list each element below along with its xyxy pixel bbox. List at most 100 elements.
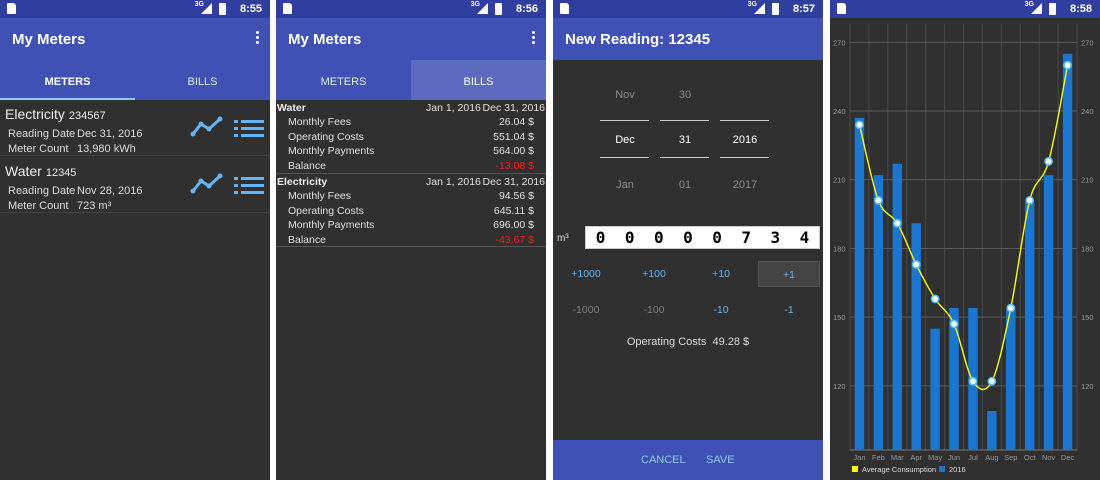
sim-card-icon: [837, 3, 846, 14]
save-button[interactable]: SAVE: [706, 454, 735, 466]
y-tick-label-right: 240: [1081, 107, 1094, 116]
app-bar: My Meters: [0, 18, 270, 60]
increment-1-button[interactable]: +1: [758, 261, 820, 287]
x-tick-label: Mar: [891, 453, 904, 462]
bill-row-balance: Balance -13.08 $: [288, 159, 534, 172]
consumption-chart[interactable]: 120 120 150 150 180 180 210 210 240 240 270 270 Jan F…: [830, 18, 1100, 480]
decrement-1-button[interactable]: -1: [758, 297, 820, 323]
year-next[interactable]: 2017: [720, 179, 770, 191]
y-tick-label-left: 180: [833, 244, 846, 253]
bill-row: Monthly Payments 696.00 $: [288, 219, 534, 232]
app-bar: New Reading: 12345: [553, 18, 823, 60]
bill-row: Monthly Fees 94.56 $: [288, 190, 534, 202]
overflow-menu-icon[interactable]: [254, 31, 260, 47]
year-selected[interactable]: 2016: [720, 134, 770, 146]
meter-item-water[interactable]: Water 12345 Reading Date Nov 28, 2016 Met…: [0, 157, 270, 213]
increment-10-button[interactable]: +10: [690, 261, 752, 287]
line-point-nov: [1044, 157, 1054, 166]
unit-label: m³: [557, 233, 569, 244]
meter-name: Electricity: [5, 106, 65, 122]
line-point-dec: [1063, 60, 1072, 70]
legend-label-2016: 2016: [949, 465, 966, 474]
x-tick-label: Jul: [968, 453, 978, 462]
clock: 8:55: [239, 3, 262, 15]
line-point-may: [930, 294, 940, 304]
bill-name: Water: [277, 102, 306, 114]
line-point-jan: [855, 120, 864, 130]
bill-from-date: Jan 1, 2016: [426, 102, 481, 114]
tab-meters[interactable]: METERS: [276, 60, 411, 100]
y-tick-label-right: 270: [1081, 38, 1094, 47]
bill-water[interactable]: Water Jan 1, 2016 Dec 31, 2016 Monthly F…: [276, 100, 546, 173]
counter-digit: 0: [653, 228, 664, 247]
bill-to-date: Dec 31, 2016: [482, 176, 545, 188]
tab-bar: METERS BILLS: [0, 60, 270, 100]
bar-jan: [854, 117, 865, 450]
y-tick-label-right: 180: [1081, 244, 1094, 253]
app-title: My Meters: [288, 31, 362, 48]
bar-may: [930, 328, 940, 450]
y-tick-label-right: 210: [1081, 176, 1094, 185]
dialog-title: New Reading: 12345: [565, 31, 711, 48]
tab-bills[interactable]: BILLS: [411, 60, 546, 100]
decrement-1000-button[interactable]: -1000: [555, 297, 617, 323]
signal-icon: [754, 3, 765, 14]
chart-icon[interactable]: [190, 116, 224, 138]
month-selected[interactable]: Dec: [600, 134, 650, 146]
legend-swatch-2016: [939, 466, 945, 472]
y-tick-label-left: 270: [833, 38, 846, 47]
line-point-feb: [873, 195, 883, 205]
picker-divider: [660, 120, 709, 121]
battery-icon: [219, 3, 226, 15]
line-point-oct: [1025, 195, 1035, 205]
month-next[interactable]: Jan: [600, 179, 650, 191]
bill-row: Monthly Fees 26.04 $: [288, 116, 534, 128]
reading-date-label: Reading Date: [8, 128, 76, 140]
increment-100-button[interactable]: +100: [623, 261, 685, 287]
meter-item-electricity[interactable]: Electricity 234567 Reading Date Dec 31, 2…: [0, 100, 270, 156]
bar-oct: [1024, 202, 1035, 450]
line-point-apr: [911, 260, 921, 269]
bar-sep: [1006, 308, 1016, 450]
overflow-menu-icon[interactable]: [530, 31, 536, 47]
picker-divider: [720, 157, 769, 158]
new-reading-screen: 3G 8:57 New Reading: 12345 Nov Dec Jan 3…: [553, 0, 823, 480]
bill-row: Operating Costs 645.11 $: [288, 204, 534, 217]
status-bar: 3G 8:57: [553, 0, 823, 18]
bar-dec: [1062, 53, 1073, 450]
list-icon[interactable]: [234, 119, 264, 139]
y-tick-label-left: 210: [833, 176, 846, 185]
meters-screen: 3G 8:55 My Meters METERS BILLS Electrici…: [0, 0, 270, 480]
increment-1000-button[interactable]: +1000: [555, 261, 617, 287]
bar-nov: [1043, 175, 1054, 450]
cancel-button[interactable]: CANCEL: [641, 454, 686, 466]
decrement-100-button[interactable]: -100: [623, 297, 685, 323]
dialog-actions: CANCEL SAVE: [553, 440, 823, 480]
x-tick-label: Sep: [1004, 453, 1017, 462]
counter-digit: 0: [595, 228, 606, 247]
line-point-aug: [987, 376, 997, 386]
bar-aug: [987, 411, 997, 450]
signal-icon: [477, 3, 488, 14]
day-selected[interactable]: 31: [660, 134, 710, 146]
signal-icon: [201, 3, 212, 14]
tab-bills[interactable]: BILLS: [135, 60, 270, 100]
chart-icon[interactable]: [190, 173, 224, 195]
tab-meters[interactable]: METERS: [0, 60, 135, 100]
picker-divider: [600, 157, 649, 158]
day-next[interactable]: 01: [660, 179, 710, 191]
counter-digit: 7: [741, 228, 751, 247]
x-tick-label: Dec: [1061, 453, 1075, 462]
counter-digit: 4: [799, 228, 810, 247]
day-prev[interactable]: 30: [660, 89, 710, 101]
reading-date-value: Nov 28, 2016: [77, 185, 143, 197]
meter-count-value: 723 m³: [77, 200, 112, 212]
x-tick-label: Nov: [1042, 453, 1056, 462]
y-tick-label-left: 240: [833, 107, 846, 116]
month-prev[interactable]: Nov: [600, 89, 650, 101]
battery-icon: [495, 3, 502, 15]
decrement-10-button[interactable]: -10: [690, 297, 752, 323]
bill-electricity[interactable]: Electricity Jan 1, 2016 Dec 31, 2016 Mon…: [276, 174, 546, 247]
list-icon[interactable]: [234, 176, 264, 196]
legend-swatch-average: [852, 466, 858, 472]
